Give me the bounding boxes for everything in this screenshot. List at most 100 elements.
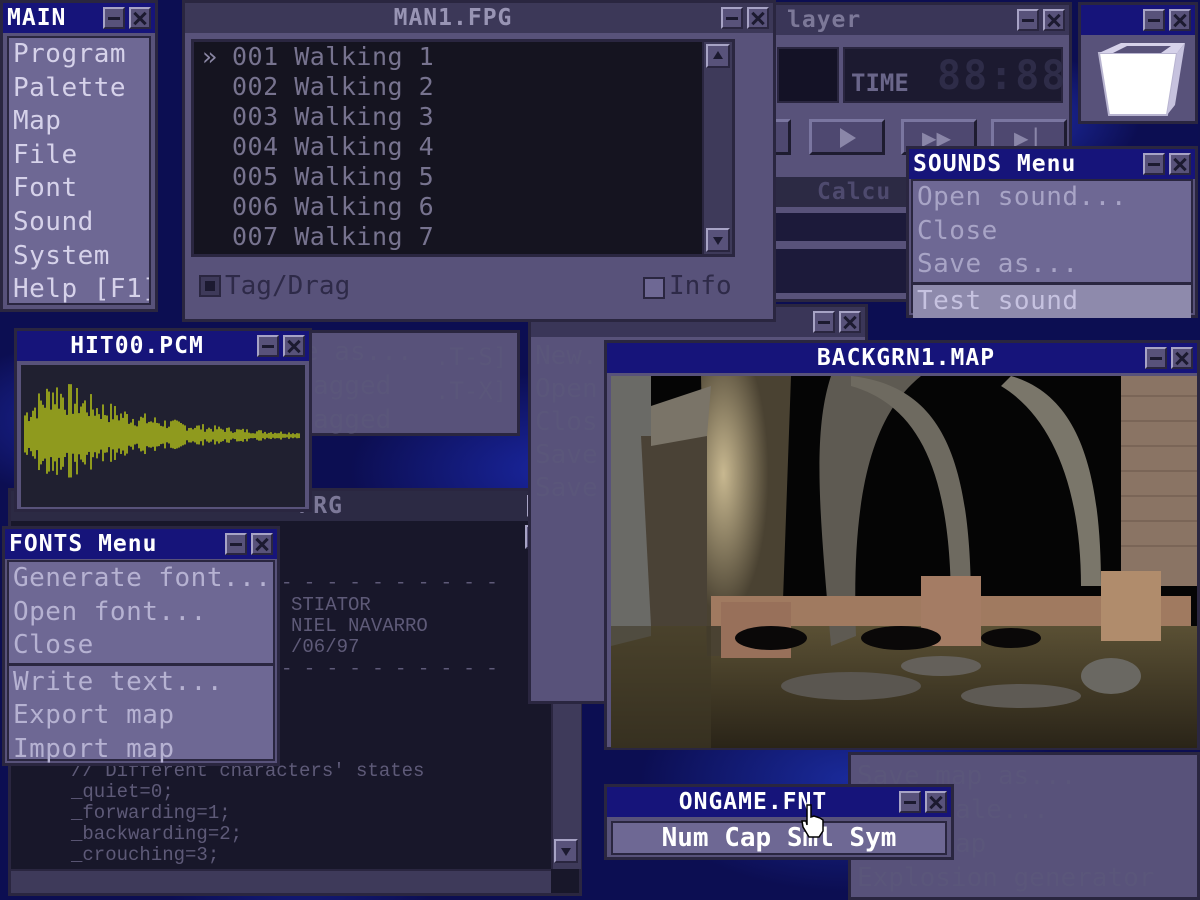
scroll-up-icon[interactable] <box>706 44 730 68</box>
minimize-icon[interactable] <box>225 533 247 555</box>
minimize-icon[interactable] <box>813 311 835 333</box>
pcm-waveform[interactable] <box>21 365 305 507</box>
list-item-label: 003 Walking 3 <box>232 102 435 131</box>
program-code-line: _backwarding=2; <box>71 823 243 845</box>
menu-item-sound[interactable]: Sound <box>9 206 149 240</box>
program-code-divider-2: - - - - - - - - - - <box>281 658 498 680</box>
play-icon <box>840 128 856 148</box>
list-item[interactable]: 004 Walking 4 <box>194 132 732 162</box>
player-titlebar[interactable]: layer <box>763 5 1069 35</box>
time-value: 88:88 <box>937 53 1068 99</box>
menu-item-generate-font[interactable]: Generate font... <box>9 562 273 596</box>
fpg-scrollbar[interactable] <box>702 42 732 254</box>
menu-item-palette[interactable]: Palette <box>9 72 149 106</box>
fpg-title: MAN1.FPG <box>393 5 513 31</box>
hidden-item: agged <box>313 405 392 435</box>
tag-drag-radio[interactable] <box>199 275 221 297</box>
minimize-icon[interactable] <box>257 335 279 357</box>
map-image[interactable] <box>611 376 1197 748</box>
menu-item-close[interactable]: Close <box>9 629 273 663</box>
minimize-icon[interactable] <box>1143 9 1165 31</box>
trash-titlebar[interactable] <box>1081 5 1195 35</box>
main-menu-titlebar[interactable]: MAIN <box>3 3 155 33</box>
minimize-icon[interactable] <box>1017 9 1039 31</box>
map-titlebar[interactable]: BACKGRN1.MAP <box>607 343 1197 373</box>
menu-item-font[interactable]: Font <box>9 172 149 206</box>
close-icon[interactable] <box>283 335 305 357</box>
close-icon[interactable] <box>747 7 769 29</box>
hidden-menu-item: Open <box>535 374 598 404</box>
map-title: BACKGRN1.MAP <box>816 345 996 371</box>
close-icon[interactable] <box>839 311 861 333</box>
list-item[interactable]: » 001 Walking 1 <box>194 42 732 72</box>
list-item[interactable]: 006 Walking 6 <box>194 192 732 222</box>
menu-item-open-sound[interactable]: Open sound... <box>913 181 1191 215</box>
close-icon[interactable] <box>1043 9 1065 31</box>
fonts-menu-window[interactable]: FONTS Menu Generate font... Open font...… <box>2 526 280 766</box>
hidden-item: agged <box>313 371 392 401</box>
list-item-label: 004 Walking 4 <box>232 132 435 161</box>
menu-item-test-sound[interactable]: Test sound <box>913 281 1191 318</box>
menu-item-write-text[interactable]: Write text... <box>9 662 273 700</box>
pcm-window[interactable]: HIT00.PCM <box>14 328 312 512</box>
fonts-menu-list: Generate font... Open font... Close Writ… <box>7 560 275 764</box>
sounds-menu-window[interactable]: SOUNDS Menu Open sound... Close Save as.… <box>906 146 1198 318</box>
hidden-menu-item: Save <box>535 473 598 503</box>
list-item-label: 005 Walking 5 <box>232 162 435 191</box>
minimize-icon[interactable] <box>721 7 743 29</box>
pcm-titlebar[interactable]: HIT00.PCM <box>17 331 309 361</box>
program-code-line: _forwarding=1; <box>71 802 231 824</box>
hidden-item: e as... <box>303 337 413 367</box>
close-icon[interactable] <box>129 7 151 29</box>
program-code-divider-1: - - - - - - - - - - <box>281 572 498 594</box>
minimize-icon[interactable] <box>1145 347 1167 369</box>
hidden-menu-item: Explosion generator <box>857 863 1155 893</box>
menu-item-close[interactable]: Close <box>913 215 1191 249</box>
menu-item-import-map[interactable]: Import map <box>9 733 273 767</box>
program-hscrollbar[interactable] <box>11 869 551 893</box>
fpg-graphic-list[interactable]: » 001 Walking 1 002 Walking 2 003 Walking… <box>191 39 735 257</box>
map-window[interactable]: BACKGRN1.MAP <box>604 340 1200 750</box>
close-icon[interactable] <box>1171 347 1193 369</box>
play-button[interactable] <box>809 119 885 155</box>
fpg-window[interactable]: MAN1.FPG » 001 Walking 1 002 Walking 2 00… <box>182 0 776 322</box>
sounds-menu-titlebar[interactable]: SOUNDS Menu <box>909 149 1195 179</box>
list-item[interactable]: 007 Walking 7 <box>194 222 732 252</box>
menu-item-map[interactable]: Map <box>9 105 149 139</box>
menu-item-export-map[interactable]: Export map <box>9 699 273 733</box>
main-menu-window[interactable]: MAIN Program Palette Map File Font Sound… <box>0 0 158 312</box>
radio-dot-icon <box>205 281 215 291</box>
font-window[interactable]: ONGAME.FNT Num Cap Sml Sym <box>604 784 954 860</box>
close-icon[interactable] <box>925 791 947 813</box>
list-item[interactable]: 005 Walking 5 <box>194 162 732 192</box>
font-charset-buttons[interactable]: Num Cap Sml Sym <box>611 821 947 855</box>
list-item[interactable]: 002 Walking 2 <box>194 72 732 102</box>
list-item[interactable]: 003 Walking 3 <box>194 102 732 132</box>
player-title: layer <box>787 7 862 33</box>
close-icon[interactable] <box>1169 9 1191 31</box>
menu-item-system[interactable]: System <box>9 240 149 274</box>
menu-item-file[interactable]: File <box>9 139 149 173</box>
fonts-menu-titlebar[interactable]: FONTS Menu <box>5 529 277 559</box>
scroll-down-icon[interactable] <box>554 839 578 863</box>
scroll-down-icon[interactable] <box>706 228 730 252</box>
menu-item-program[interactable]: Program <box>9 38 149 72</box>
minimize-icon[interactable] <box>1143 153 1165 175</box>
close-icon[interactable] <box>1169 153 1191 175</box>
menu-item-save-as[interactable]: Save as... <box>913 248 1191 282</box>
hidden-item: .T-S] <box>435 343 508 371</box>
menu-item-open-font[interactable]: Open font... <box>9 596 273 630</box>
list-item-label: 006 Walking 6 <box>232 192 435 221</box>
close-icon[interactable] <box>251 533 273 555</box>
font-titlebar[interactable]: ONGAME.FNT <box>607 787 951 817</box>
minimize-icon[interactable] <box>899 791 921 813</box>
trash-bin-icon[interactable] <box>1091 41 1185 119</box>
fpg-titlebar[interactable]: MAN1.FPG <box>185 3 773 33</box>
minimize-icon[interactable] <box>103 7 125 29</box>
trash-window[interactable] <box>1078 2 1198 124</box>
hidden-menu-item: Save <box>535 440 598 470</box>
tag-drag-label: Tag/Drag <box>225 271 351 301</box>
list-item-label: 002 Walking 2 <box>232 72 435 101</box>
info-checkbox[interactable] <box>643 277 665 299</box>
menu-item-help[interactable]: Help [F1] <box>9 273 149 307</box>
